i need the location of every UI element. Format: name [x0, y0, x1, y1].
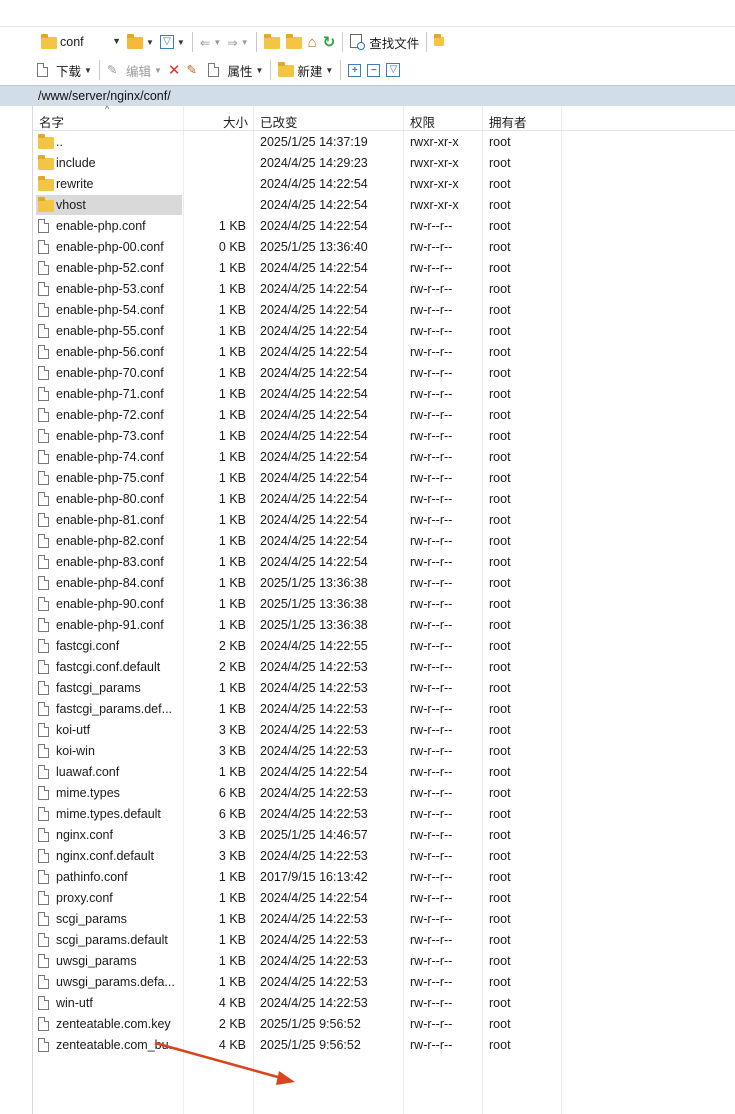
download-button[interactable]: 下载 ▼ — [37, 59, 92, 81]
toolbar-divider — [98, 60, 100, 80]
toolbar-divider — [342, 32, 344, 52]
download-label: 下载 — [56, 64, 82, 79]
toolbar-divider — [426, 32, 428, 52]
annotation-arrow — [154, 1041, 295, 1085]
filter-button[interactable]: ▽ ▼ — [159, 31, 185, 53]
chevron-down-icon[interactable]: ▼ — [146, 38, 154, 47]
file-list: ^ 名字 大小 已改变 权限 拥有者 .. 2025/1/25 14:37:19 r… — [33, 104, 735, 1114]
tree-toggle-button[interactable] — [434, 31, 450, 53]
current-path[interactable]: /www/server/nginx/conf/ — [38, 89, 171, 103]
chevron-down-icon[interactable]: ▼ — [84, 66, 92, 75]
collapse-button[interactable]: − — [367, 59, 381, 81]
chevron-down-icon[interactable]: ▼ — [241, 38, 249, 47]
chevron-down-icon[interactable]: ▼ — [154, 66, 162, 75]
edit-button[interactable]: ✎ 编辑 ▼ — [107, 59, 162, 81]
delete-button[interactable]: ✕ — [168, 59, 181, 81]
rename-button[interactable]: ✎ — [186, 59, 202, 81]
back-arrow-icon: ⇐ — [199, 35, 211, 50]
edit-icon: ✎ — [106, 63, 118, 77]
refresh-button[interactable]: ↻ — [323, 31, 336, 53]
title-strip — [0, 0, 735, 27]
download-icon — [37, 62, 53, 78]
forward-arrow-icon: ⇒ — [227, 35, 238, 50]
chevron-down-icon[interactable]: ▼ — [213, 38, 221, 47]
minus-icon: − — [367, 63, 381, 77]
annotation-arrow-head — [276, 1071, 295, 1085]
parent-directory-button[interactable] — [263, 31, 280, 53]
properties-icon — [208, 62, 224, 78]
find-files-label: 查找文件 — [369, 36, 420, 51]
folder-icon — [41, 34, 57, 50]
parent-folder-icon — [263, 34, 280, 50]
location-value: conf — [60, 35, 84, 49]
refresh-icon: ↻ — [322, 34, 336, 51]
directory-tree-icon — [434, 34, 450, 50]
toolbar-divider — [340, 60, 342, 80]
open-folder-button[interactable]: ▼ — [127, 31, 154, 53]
root-folder-icon — [285, 34, 302, 50]
new-item-icon — [278, 62, 295, 78]
annotation-arrow-line — [154, 1041, 286, 1081]
expand-button[interactable]: + — [348, 59, 362, 81]
new-label: 新建 — [297, 64, 323, 79]
select-filter-button[interactable]: ▽ — [386, 59, 401, 81]
edit-label: 编辑 — [125, 64, 151, 79]
filter-icon: ▽ — [159, 35, 174, 49]
home-icon: ⌂ — [307, 33, 317, 51]
forward-button[interactable]: ⇒ ▼ — [227, 31, 248, 53]
toolbar-divider — [270, 60, 272, 80]
properties-label: 属性 — [227, 64, 253, 79]
new-button[interactable]: 新建 ▼ — [278, 59, 333, 81]
back-button[interactable]: ⇐ ▼ — [200, 31, 221, 53]
file-actions-toolbar: 下载 ▼ ✎ 编辑 ▼ ✕ ✎ 属性 ▼ 新建 ▼ + − ▽ — [34, 56, 735, 84]
delete-icon: ✕ — [167, 62, 181, 79]
chevron-down-icon[interactable]: ▼ — [112, 36, 121, 46]
root-directory-button[interactable] — [285, 31, 302, 53]
chevron-down-icon[interactable]: ▼ — [177, 38, 185, 47]
filter-icon: ▽ — [386, 63, 401, 77]
navigation-toolbar: conf ▼ ▼ ▽ ▼ ⇐ ▼ ⇒ ▼ ⌂ ↻ 查找文件 — [34, 28, 735, 56]
location-combo[interactable]: conf ▼ — [34, 32, 124, 52]
left-pane — [0, 106, 33, 1114]
find-files-icon — [350, 34, 366, 50]
rename-icon: ✎ — [186, 63, 197, 77]
path-bar: /www/server/nginx/conf/ — [0, 85, 735, 107]
toolbar-divider — [191, 32, 193, 52]
find-files-button[interactable]: 查找文件 — [350, 31, 419, 53]
plus-icon: + — [348, 63, 362, 77]
open-folder-icon — [127, 34, 143, 50]
chevron-down-icon[interactable]: ▼ — [255, 66, 263, 75]
home-button[interactable]: ⌂ — [308, 31, 317, 53]
chevron-down-icon[interactable]: ▼ — [325, 66, 333, 75]
properties-button[interactable]: 属性 ▼ — [208, 59, 263, 81]
toolbar-divider — [255, 32, 257, 52]
